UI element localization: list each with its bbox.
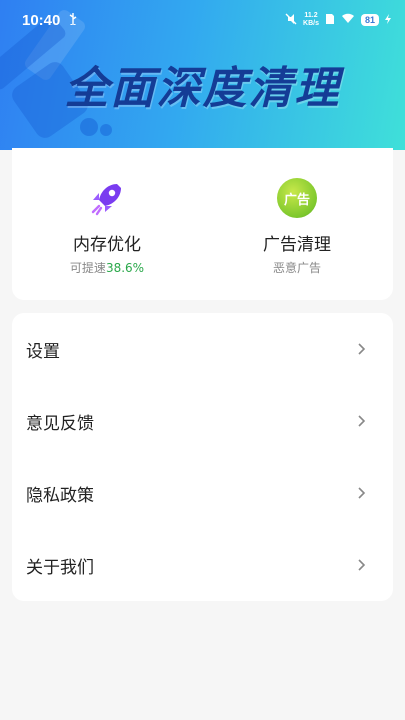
menu-item-privacy[interactable]: 隐私政策 bbox=[12, 457, 393, 529]
settings-menu: 设置 意见反馈 隐私政策 关于我们 bbox=[12, 313, 393, 601]
feature-card: 内存优化 可提速38.6% 广告 广告清理 恶意广告 bbox=[12, 148, 393, 300]
sim-icon bbox=[325, 13, 335, 28]
network-speed: 11.2 KB/s bbox=[303, 12, 319, 27]
rocket-icon bbox=[87, 178, 127, 218]
menu-item-label: 隐私政策 bbox=[26, 485, 94, 506]
ad-block-icon: 广告 bbox=[277, 178, 317, 218]
memory-optimize-button[interactable]: 内存优化 可提速38.6% bbox=[12, 178, 202, 276]
menu-item-feedback[interactable]: 意见反馈 bbox=[12, 385, 393, 457]
chevron-right-icon bbox=[358, 559, 366, 571]
menu-item-settings[interactable]: 设置 bbox=[12, 313, 393, 385]
hero-banner: 10:40 11.2 KB/s 81 全面深度清理 bbox=[0, 0, 405, 150]
feature-subtitle: 可提速38.6% bbox=[69, 261, 145, 275]
feature-title: 广告清理 bbox=[263, 235, 331, 255]
chevron-right-icon bbox=[358, 343, 366, 355]
menu-item-about[interactable]: 关于我们 bbox=[12, 529, 393, 601]
usb-icon bbox=[68, 12, 78, 28]
status-time: 10:40 bbox=[22, 11, 61, 29]
ad-clean-button[interactable]: 广告 广告清理 恶意广告 bbox=[202, 178, 392, 276]
page-title: 全面深度清理 bbox=[64, 63, 341, 114]
menu-item-label: 关于我们 bbox=[26, 557, 94, 578]
wifi-icon bbox=[341, 13, 355, 27]
chevron-right-icon bbox=[358, 415, 366, 427]
chevron-right-icon bbox=[358, 487, 366, 499]
speedup-percent: 38.6% bbox=[105, 261, 145, 275]
battery-indicator: 81 bbox=[360, 14, 379, 26]
decorative-dot bbox=[100, 124, 112, 136]
charging-icon bbox=[385, 13, 391, 27]
feature-title: 内存优化 bbox=[73, 235, 141, 255]
mute-icon bbox=[285, 13, 297, 28]
menu-item-label: 设置 bbox=[26, 341, 60, 362]
feature-subtitle: 恶意广告 bbox=[272, 261, 321, 275]
status-bar: 10:40 11.2 KB/s 81 bbox=[0, 0, 405, 40]
menu-item-label: 意见反馈 bbox=[26, 413, 94, 434]
decorative-dot bbox=[80, 118, 98, 136]
